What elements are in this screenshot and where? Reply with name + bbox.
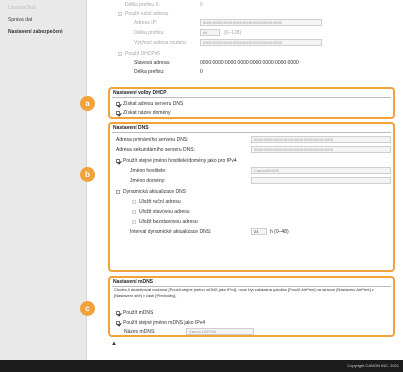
ipv6-stateful-plen-value: 0	[200, 68, 203, 76]
dns-dynamic-checkbox[interactable]	[116, 190, 120, 194]
ipv6-router-row: Výchozí adresa routeru:	[134, 39, 187, 47]
dns-domain-label: Jméno domény:	[130, 178, 166, 184]
dhcp-options-title: Nastavení volby DHCP	[113, 90, 167, 96]
mdns-name-row: Název mDNS:	[124, 328, 156, 336]
dns-domain-row: Jméno domény:	[130, 177, 166, 185]
dns-stateful-addr-label: Uložit stavovou adresu	[139, 209, 190, 215]
mdns-name-input[interactable]: Canon LBP000	[186, 328, 254, 335]
ipv6-plen-row: Délka prefixu:	[134, 29, 165, 37]
dns-settings-section: Nastavení DNS Adresa primárního serveru …	[108, 122, 395, 272]
sidebar-item-security-settings[interactable]: Nastavení zabezpečení	[0, 26, 86, 38]
dns-manual-addr-row: Uložit ruční adresu	[132, 198, 181, 206]
ipv6-stateful-row: Stavová adresa:	[134, 59, 170, 67]
ipv6-router-label: Výchozí adresa routeru:	[134, 40, 188, 46]
dhcp-domain-row: Získat název domény	[116, 109, 171, 117]
dns-settings-title: Nastavení DNS	[113, 125, 149, 131]
dns-dynamic-row: Dynamická aktualizace DNS	[116, 188, 186, 196]
dns-same-host-row: Použít stejné jméno hostitele/domény jak…	[116, 157, 237, 165]
ipv6-prefix-len-value: 0	[200, 1, 203, 9]
dhcp-domain-checkbox[interactable]	[116, 111, 120, 115]
ipv6-stateful-value-text: 0000:0000:0000:0000:0000:0000:0000:0000	[200, 60, 299, 66]
mdns-use-label: Použít mDNS	[123, 310, 154, 316]
ipv6-stateful-value: 0000:0000:0000:0000:0000:0000:0000:0000	[200, 59, 299, 67]
dns-interval-label: Interval dynamické aktualizace DNS:	[130, 229, 212, 235]
dns-manual-addr-label: Uložit ruční adresu	[139, 199, 181, 205]
ipv6-dhcp-checkbox[interactable]	[118, 52, 122, 56]
dns-stateless-addr-row: Uložit bezstavovou adresu	[132, 218, 198, 226]
dns-primary-input[interactable]: 0000:0000:0000:0000:0000:0000:0000:0000	[251, 136, 391, 143]
dns-host-label: Jméno hostitele:	[130, 168, 167, 174]
dns-same-host-label: Použít stejné jméno hostitele/domény jak…	[123, 158, 237, 164]
ipv6-stateful-plen-value-text: 0	[200, 69, 203, 75]
ipv6-stateful-plen-label: Délka prefixu:	[134, 69, 165, 75]
dns-secondary-row: Adresa sekundárního serveru DNS:	[116, 146, 195, 154]
main-content: Délka prefixu 6: 0 Použít ruční adresu A…	[80, 0, 403, 360]
dns-stateful-addr-row: Uložit stavovou adresu	[132, 208, 190, 216]
ipv6-prefix-len-row: Délka prefixu 6:	[125, 1, 160, 9]
mdns-name-label: Název mDNS:	[124, 329, 156, 335]
ipv6-manual-checkbox[interactable]	[118, 12, 122, 16]
dns-host-row: Jméno hostitele:	[130, 167, 166, 175]
ipv6-stateful-label: Stavová adresa:	[134, 60, 171, 66]
ipv6-prefix-len-label: Délka prefixu 6:	[125, 2, 160, 8]
ipv6-ip-input[interactable]: 0000:0000:0000:0000:0000:0000:0000:0000	[200, 19, 322, 26]
dns-dynamic-label: Dynamická aktualizace DNS	[123, 189, 187, 195]
dns-interval-input[interactable]: 24	[251, 228, 267, 235]
mdns-use-checkbox[interactable]	[116, 311, 120, 315]
dns-stateful-addr-checkbox[interactable]	[132, 210, 136, 214]
mdns-settings-title: Nastavení mDNS	[113, 279, 154, 285]
ipv6-ip-label: Adresa IP:	[134, 20, 158, 26]
dns-stateless-addr-checkbox[interactable]	[132, 220, 136, 224]
mdns-same-name-label: Použít stejné jméno mDNS jako IPv4	[123, 320, 205, 326]
dns-interval-unit: h (0–48)	[270, 228, 289, 236]
dns-host-input[interactable]: Canon000000	[251, 167, 391, 174]
dhcp-dns-server-label: Získat adresu serveru DNS	[123, 101, 184, 107]
ipv6-dhcp-row: Použít DHCPv6	[118, 50, 160, 58]
ipv6-plen-label: Délka prefixu:	[134, 30, 165, 36]
ipv6-router-input[interactable]: 0000:0000:0000:0000:0000:0000:0000:0000	[200, 39, 322, 46]
dhcp-dns-server-checkbox[interactable]	[116, 102, 120, 106]
dhcp-dns-server-row: Získat adresu serveru DNS	[116, 100, 183, 108]
ipv6-manual-row: Použít ruční adresu	[118, 10, 168, 18]
mdns-notice: Chcete-li deaktivovat možnost [Použít st…	[114, 287, 374, 298]
mdns-same-name-checkbox[interactable]	[116, 321, 120, 325]
dns-secondary-label: Adresa sekundárního serveru DNS:	[116, 147, 195, 153]
ipv6-manual-label: Použít ruční adresu	[125, 11, 169, 17]
dhcp-domain-label: Získat název domény	[123, 110, 171, 116]
mdns-same-name-row: Použít stejné jméno mDNS jako IPv4	[116, 319, 205, 327]
ipv6-ip-row: Adresa IP:	[134, 19, 157, 27]
dns-manual-addr-checkbox[interactable]	[132, 200, 136, 204]
dns-primary-label: Adresa primárního serveru DNS:	[116, 137, 189, 143]
callout-badge-a: a	[80, 96, 95, 111]
mdns-use-row: Použít mDNS	[116, 309, 153, 317]
callout-badge-b: b	[80, 167, 95, 182]
dns-secondary-input[interactable]: 0000:0000:0000:0000:0000:0000:0000:0000	[251, 146, 391, 153]
dns-same-host-checkbox[interactable]	[116, 159, 120, 163]
mdns-settings-section: Nastavení mDNS Chcete-li deaktivovat mož…	[108, 276, 395, 337]
callout-badge-c: c	[80, 301, 95, 316]
dns-interval-unit-text: h (0–48)	[270, 229, 289, 235]
ipv6-prefix-len-value-text: 0	[200, 2, 203, 8]
dhcp-options-section: Nastavení volby DHCP Získat adresu serve…	[108, 87, 395, 119]
sidebar-item-data-management[interactable]: Správa dat	[0, 14, 86, 26]
dns-primary-row: Adresa primárního serveru DNS:	[116, 136, 189, 144]
ipv6-plen-input[interactable]: 64	[200, 29, 220, 36]
ipv6-dhcp-label: Použít DHCPv6	[125, 51, 161, 57]
dns-settings-divider	[112, 132, 391, 133]
dns-domain-input[interactable]	[251, 177, 391, 184]
ipv6-plen-range-text: (0–128)	[224, 30, 242, 36]
ipv6-stateful-plen-row: Délka prefixu:	[134, 68, 165, 76]
footer: Copyright CANON INC. 2021	[0, 360, 403, 372]
dns-stateless-addr-label: Uložit bezstavovou adresu	[139, 219, 198, 225]
copyright-text: Copyright CANON INC. 2021	[347, 363, 399, 368]
ipv6-plen-range: (0–128)	[224, 29, 241, 37]
dhcp-options-divider	[112, 97, 391, 98]
scroll-to-top-icon[interactable]: ▲	[111, 341, 117, 347]
sidebar-item-license[interactable]: Licence/Jiná	[0, 2, 86, 14]
sidebar: Licence/Jiná Správa dat Nastavení zabezp…	[0, 0, 87, 372]
dns-interval-row: Interval dynamické aktualizace DNS:	[130, 228, 211, 236]
